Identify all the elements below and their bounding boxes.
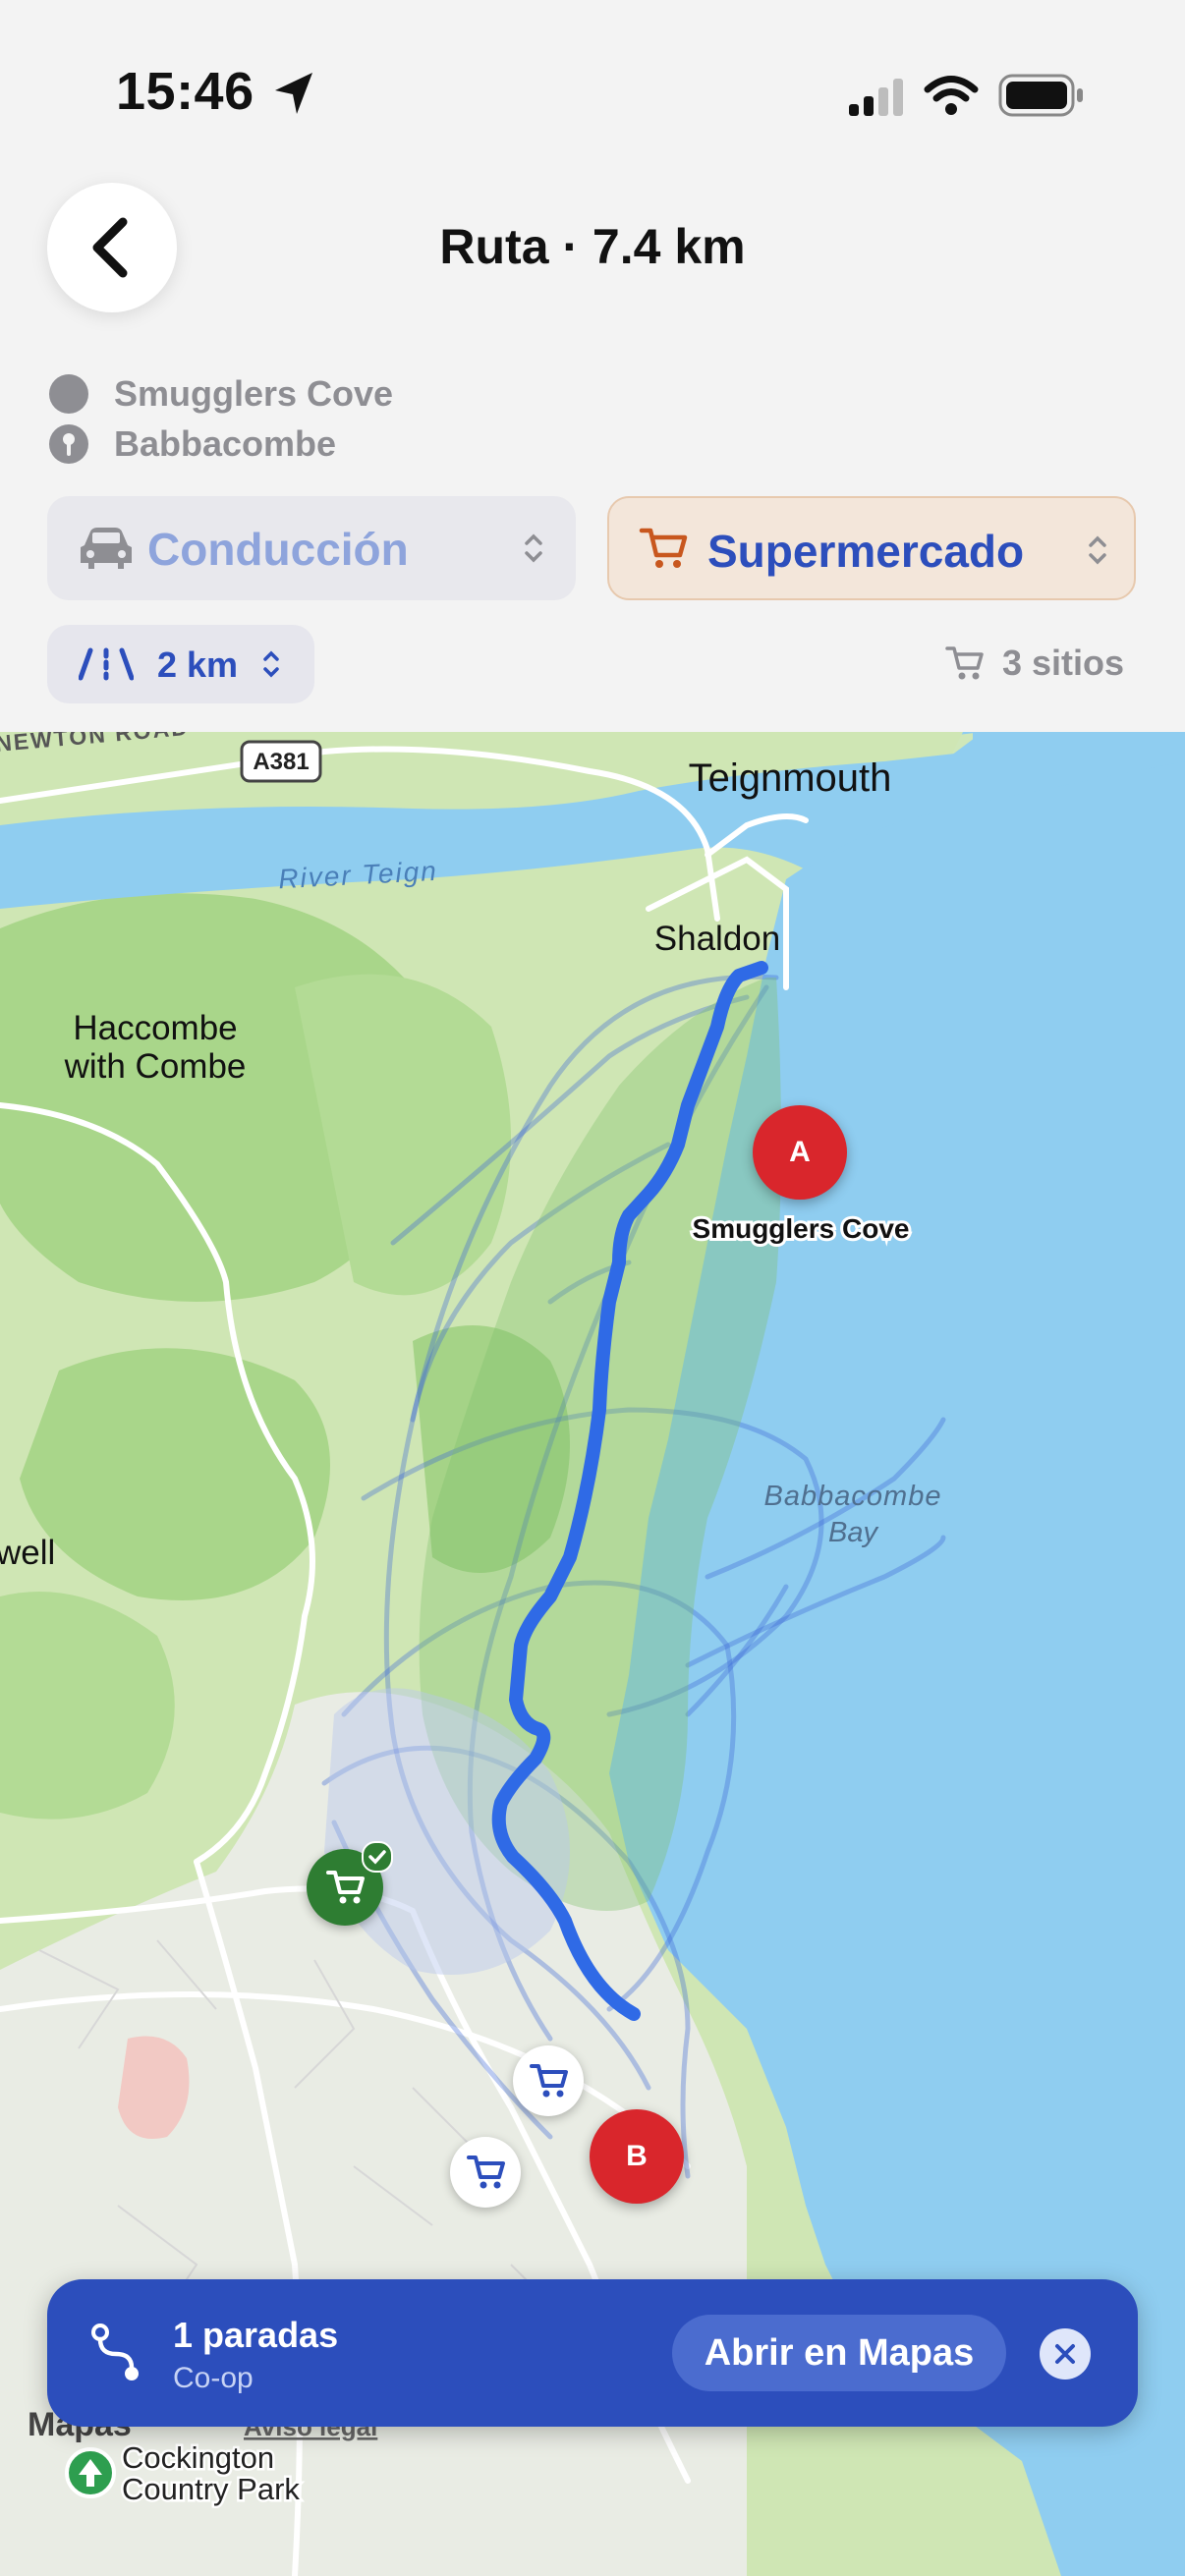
- battery-icon: [998, 74, 1083, 117]
- route-stops-icon: [91, 2324, 139, 2380]
- chevron-updown-icon: [1089, 535, 1106, 565]
- shopping-cart-icon: [530, 2064, 568, 2098]
- map-label-a381: A381: [253, 749, 309, 775]
- category-selector[interactable]: Supermercado: [607, 496, 1136, 600]
- page-title: Ruta · 7.4 km: [439, 219, 746, 274]
- status-bar: 15:46: [0, 0, 1185, 167]
- map-label-babbacombe-bay-2: Bay: [828, 1517, 878, 1548]
- transport-mode-label: Conducción: [147, 524, 409, 575]
- shopping-cart-icon: [467, 2156, 505, 2189]
- transport-mode-selector[interactable]: Conducción: [47, 496, 576, 600]
- status-time: 15:46: [116, 62, 254, 121]
- map-label-shaldon: Shaldon: [654, 920, 780, 958]
- chevron-updown-icon: [525, 533, 542, 563]
- store-marker[interactable]: [450, 2137, 521, 2208]
- shopping-cart-icon: [945, 646, 984, 680]
- category-label: Supermercado: [707, 526, 1025, 577]
- stops-count: 1 paradas: [173, 2315, 339, 2355]
- destination-pin-icon: [49, 424, 88, 464]
- map-label-babbacombe-bay: Babbacombe: [764, 1481, 942, 1512]
- car-icon: [81, 528, 132, 569]
- shopping-cart-icon: [639, 528, 688, 568]
- start-marker[interactable]: A: [753, 1105, 847, 1200]
- chevron-updown-icon: [263, 650, 279, 678]
- checkmark-badge-icon: [362, 1841, 393, 1873]
- map-label-teignmouth: Teignmouth: [689, 756, 892, 800]
- distance-selector[interactable]: 2 km: [47, 625, 314, 703]
- map-label-cockington-2: Country Park: [122, 2472, 300, 2506]
- origin-label: Smugglers Cove: [114, 373, 394, 414]
- sites-count: 3 sitios: [1002, 643, 1125, 683]
- end-marker[interactable]: B: [590, 2109, 684, 2204]
- store-marker-selected[interactable]: [307, 1841, 393, 1926]
- distance-label: 2 km: [157, 644, 239, 685]
- map-label-cockington: Cockington: [122, 2440, 274, 2475]
- wifi-icon: [924, 76, 979, 115]
- map-label-smugglers-cove: Smugglers Cove: [693, 1213, 910, 1244]
- close-button[interactable]: [1040, 2328, 1091, 2380]
- shopping-cart-icon: [326, 1871, 365, 1904]
- store-name: Co-op: [173, 2362, 254, 2394]
- route-summary-bar: 1 paradas Co-op Abrir en Mapas: [47, 2279, 1138, 2427]
- map-label-edge: well: [0, 1534, 55, 1572]
- location-arrow-icon: [275, 73, 312, 114]
- cellular-signal-icon: [849, 79, 903, 116]
- origin-dot-icon: [49, 374, 88, 414]
- store-marker[interactable]: [513, 2045, 584, 2116]
- map-label-haccombe-2: with Combe: [64, 1047, 247, 1086]
- close-icon: [1055, 2344, 1075, 2364]
- map-label-haccombe: Haccombe: [73, 1009, 237, 1047]
- road-distance-icon: [79, 647, 134, 681]
- destination-label: Babbacombe: [114, 423, 337, 464]
- open-in-maps-button[interactable]: Abrir en Mapas: [672, 2315, 1006, 2391]
